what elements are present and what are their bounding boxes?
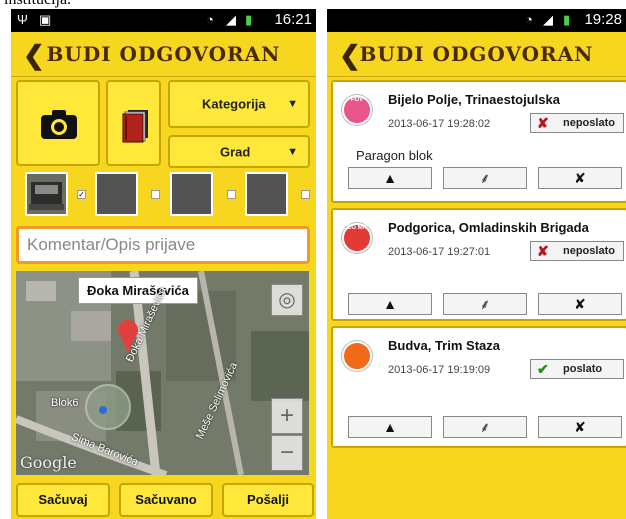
map-icon: ⸙	[479, 296, 491, 312]
report-card: PDV Bijelo Polje, Trinaestojulska 2013-0…	[331, 80, 626, 203]
photo-preview	[27, 174, 66, 214]
view-photo-button[interactable]: ▲	[348, 167, 432, 189]
map-icon: ⸙	[479, 170, 491, 186]
category-badge-icon: PDV	[342, 95, 372, 125]
my-location-button[interactable]: ◎	[271, 284, 303, 316]
cross-icon: ✘	[537, 115, 549, 131]
report-timestamp: 2013-06-17 19:19:09	[388, 364, 491, 376]
report-card: Budva, Trim Staza 2013-06-17 19:19:09 ✔ …	[331, 326, 626, 448]
signal-icon: ◢	[226, 12, 236, 27]
report-note: Paragon blok	[356, 148, 433, 163]
comment-input[interactable]	[19, 229, 307, 261]
status-time: 19:28	[584, 11, 622, 28]
report-timestamp: 2013-06-17 19:28:02	[388, 118, 491, 130]
save-button[interactable]: Sačuvaj	[16, 483, 110, 517]
empty-photo-slot[interactable]	[95, 172, 138, 216]
status-time: 16:21	[274, 11, 312, 28]
thumbnail-checkbox[interactable]: ✓	[77, 190, 86, 199]
report-title: Budva, Trim Staza	[388, 338, 500, 353]
check-icon: ✔	[537, 361, 549, 377]
close-icon: ✘	[574, 296, 586, 312]
zoom-out-button[interactable]: −	[271, 435, 303, 471]
image-icon: ▲	[383, 419, 397, 435]
photo-thumbnail[interactable]	[25, 172, 68, 216]
app-title: BUDI ODGOVORAN	[359, 42, 594, 66]
map-area-label: Blok6	[51, 397, 79, 409]
map-attribution: Google	[20, 453, 77, 472]
gallery-button[interactable]	[106, 80, 161, 166]
category-badge-icon	[342, 341, 372, 371]
status-badge: ✔ poslato	[530, 359, 624, 379]
map-view[interactable]: Đoka Miraševića Đoka Miraševića Meše Sel…	[16, 271, 309, 475]
empty-photo-slot[interactable]	[170, 172, 213, 216]
photo-thumbnails: ✓	[11, 172, 316, 226]
phone-screen-right: ◔ ◢ ▮ 19:28 ❮ BUDI ODGOVORAN PDV Bijelo …	[327, 9, 626, 519]
battery-icon: ▮	[563, 12, 571, 27]
zoom-in-button[interactable]: +	[271, 398, 303, 434]
send-button[interactable]: Pošalji	[222, 483, 314, 517]
report-timestamp: 2013-06-17 19:27:01	[388, 246, 491, 258]
delete-button[interactable]: ✘	[538, 416, 622, 438]
view-map-button[interactable]: ⸙	[443, 416, 527, 438]
usb-icon: Ψ	[17, 12, 28, 27]
map-marker-label: Đoka Miraševića	[78, 277, 198, 304]
badge-label: CG MN	[347, 225, 367, 231]
thumbnail-checkbox[interactable]	[151, 190, 160, 199]
crosshair-icon: ◎	[278, 289, 296, 311]
sd-card-icon: ▣	[39, 12, 52, 27]
app-header: ❮ BUDI ODGOVORAN	[11, 32, 316, 77]
phone-screen-left: Ψ ▣ ◔ ◢ ▮ 16:21 ❮ BUDI ODGOVORAN Kategor…	[11, 9, 316, 519]
wifi-icon: ◔	[525, 12, 533, 27]
city-select[interactable]: Grad ▼	[168, 135, 310, 168]
report-card: CG MN Podgorica, Omladinskih Brigada 201…	[331, 208, 626, 321]
empty-photo-slot[interactable]	[245, 172, 288, 216]
status-badge: ✘ neposlato	[530, 241, 624, 261]
book-icon	[122, 110, 148, 143]
take-photo-button[interactable]	[16, 80, 100, 166]
thumbnail-checkbox[interactable]	[227, 190, 236, 199]
page-top-text: institucija.	[0, 0, 626, 9]
close-icon: ✘	[574, 170, 586, 186]
view-photo-button[interactable]: ▲	[348, 416, 432, 438]
delete-button[interactable]: ✘	[538, 167, 622, 189]
wifi-icon: ◔	[206, 12, 214, 27]
signal-icon: ◢	[543, 12, 553, 27]
dropdown-arrow-icon: ▼	[287, 98, 298, 110]
close-icon: ✘	[574, 419, 586, 435]
status-badge: ✘ neposlato	[530, 113, 624, 133]
map-icon: ⸙	[479, 419, 491, 435]
cross-icon: ✘	[537, 243, 549, 259]
report-title: Bijelo Polje, Trinaestojulska	[388, 92, 560, 107]
badge-label: PDV	[350, 97, 364, 103]
comment-field[interactable]	[16, 226, 310, 264]
battery-icon: ▮	[245, 12, 253, 27]
saved-button[interactable]: Sačuvano	[119, 483, 213, 517]
app-title: BUDI ODGOVORAN	[46, 42, 281, 66]
status-bar: Ψ ▣ ◔ ◢ ▮ 16:21	[11, 9, 316, 32]
image-icon: ▲	[383, 296, 397, 312]
delete-button[interactable]: ✘	[538, 293, 622, 315]
view-photo-button[interactable]: ▲	[348, 293, 432, 315]
category-select[interactable]: Kategorija ▼	[168, 80, 310, 128]
dropdown-arrow-icon: ▼	[287, 145, 298, 158]
app-header: ❮ BUDI ODGOVORAN	[327, 32, 626, 77]
plus-icon: +	[279, 402, 294, 429]
view-map-button[interactable]: ⸙	[443, 293, 527, 315]
minus-icon: −	[279, 439, 294, 466]
status-bar: ◔ ◢ ▮ 19:28	[327, 9, 626, 32]
view-map-button[interactable]: ⸙	[443, 167, 527, 189]
category-badge-icon: CG MN	[342, 223, 372, 253]
image-icon: ▲	[383, 170, 397, 186]
thumbnail-checkbox[interactable]	[301, 190, 310, 199]
camera-icon	[41, 110, 77, 139]
report-title: Podgorica, Omladinskih Brigada	[388, 220, 589, 235]
